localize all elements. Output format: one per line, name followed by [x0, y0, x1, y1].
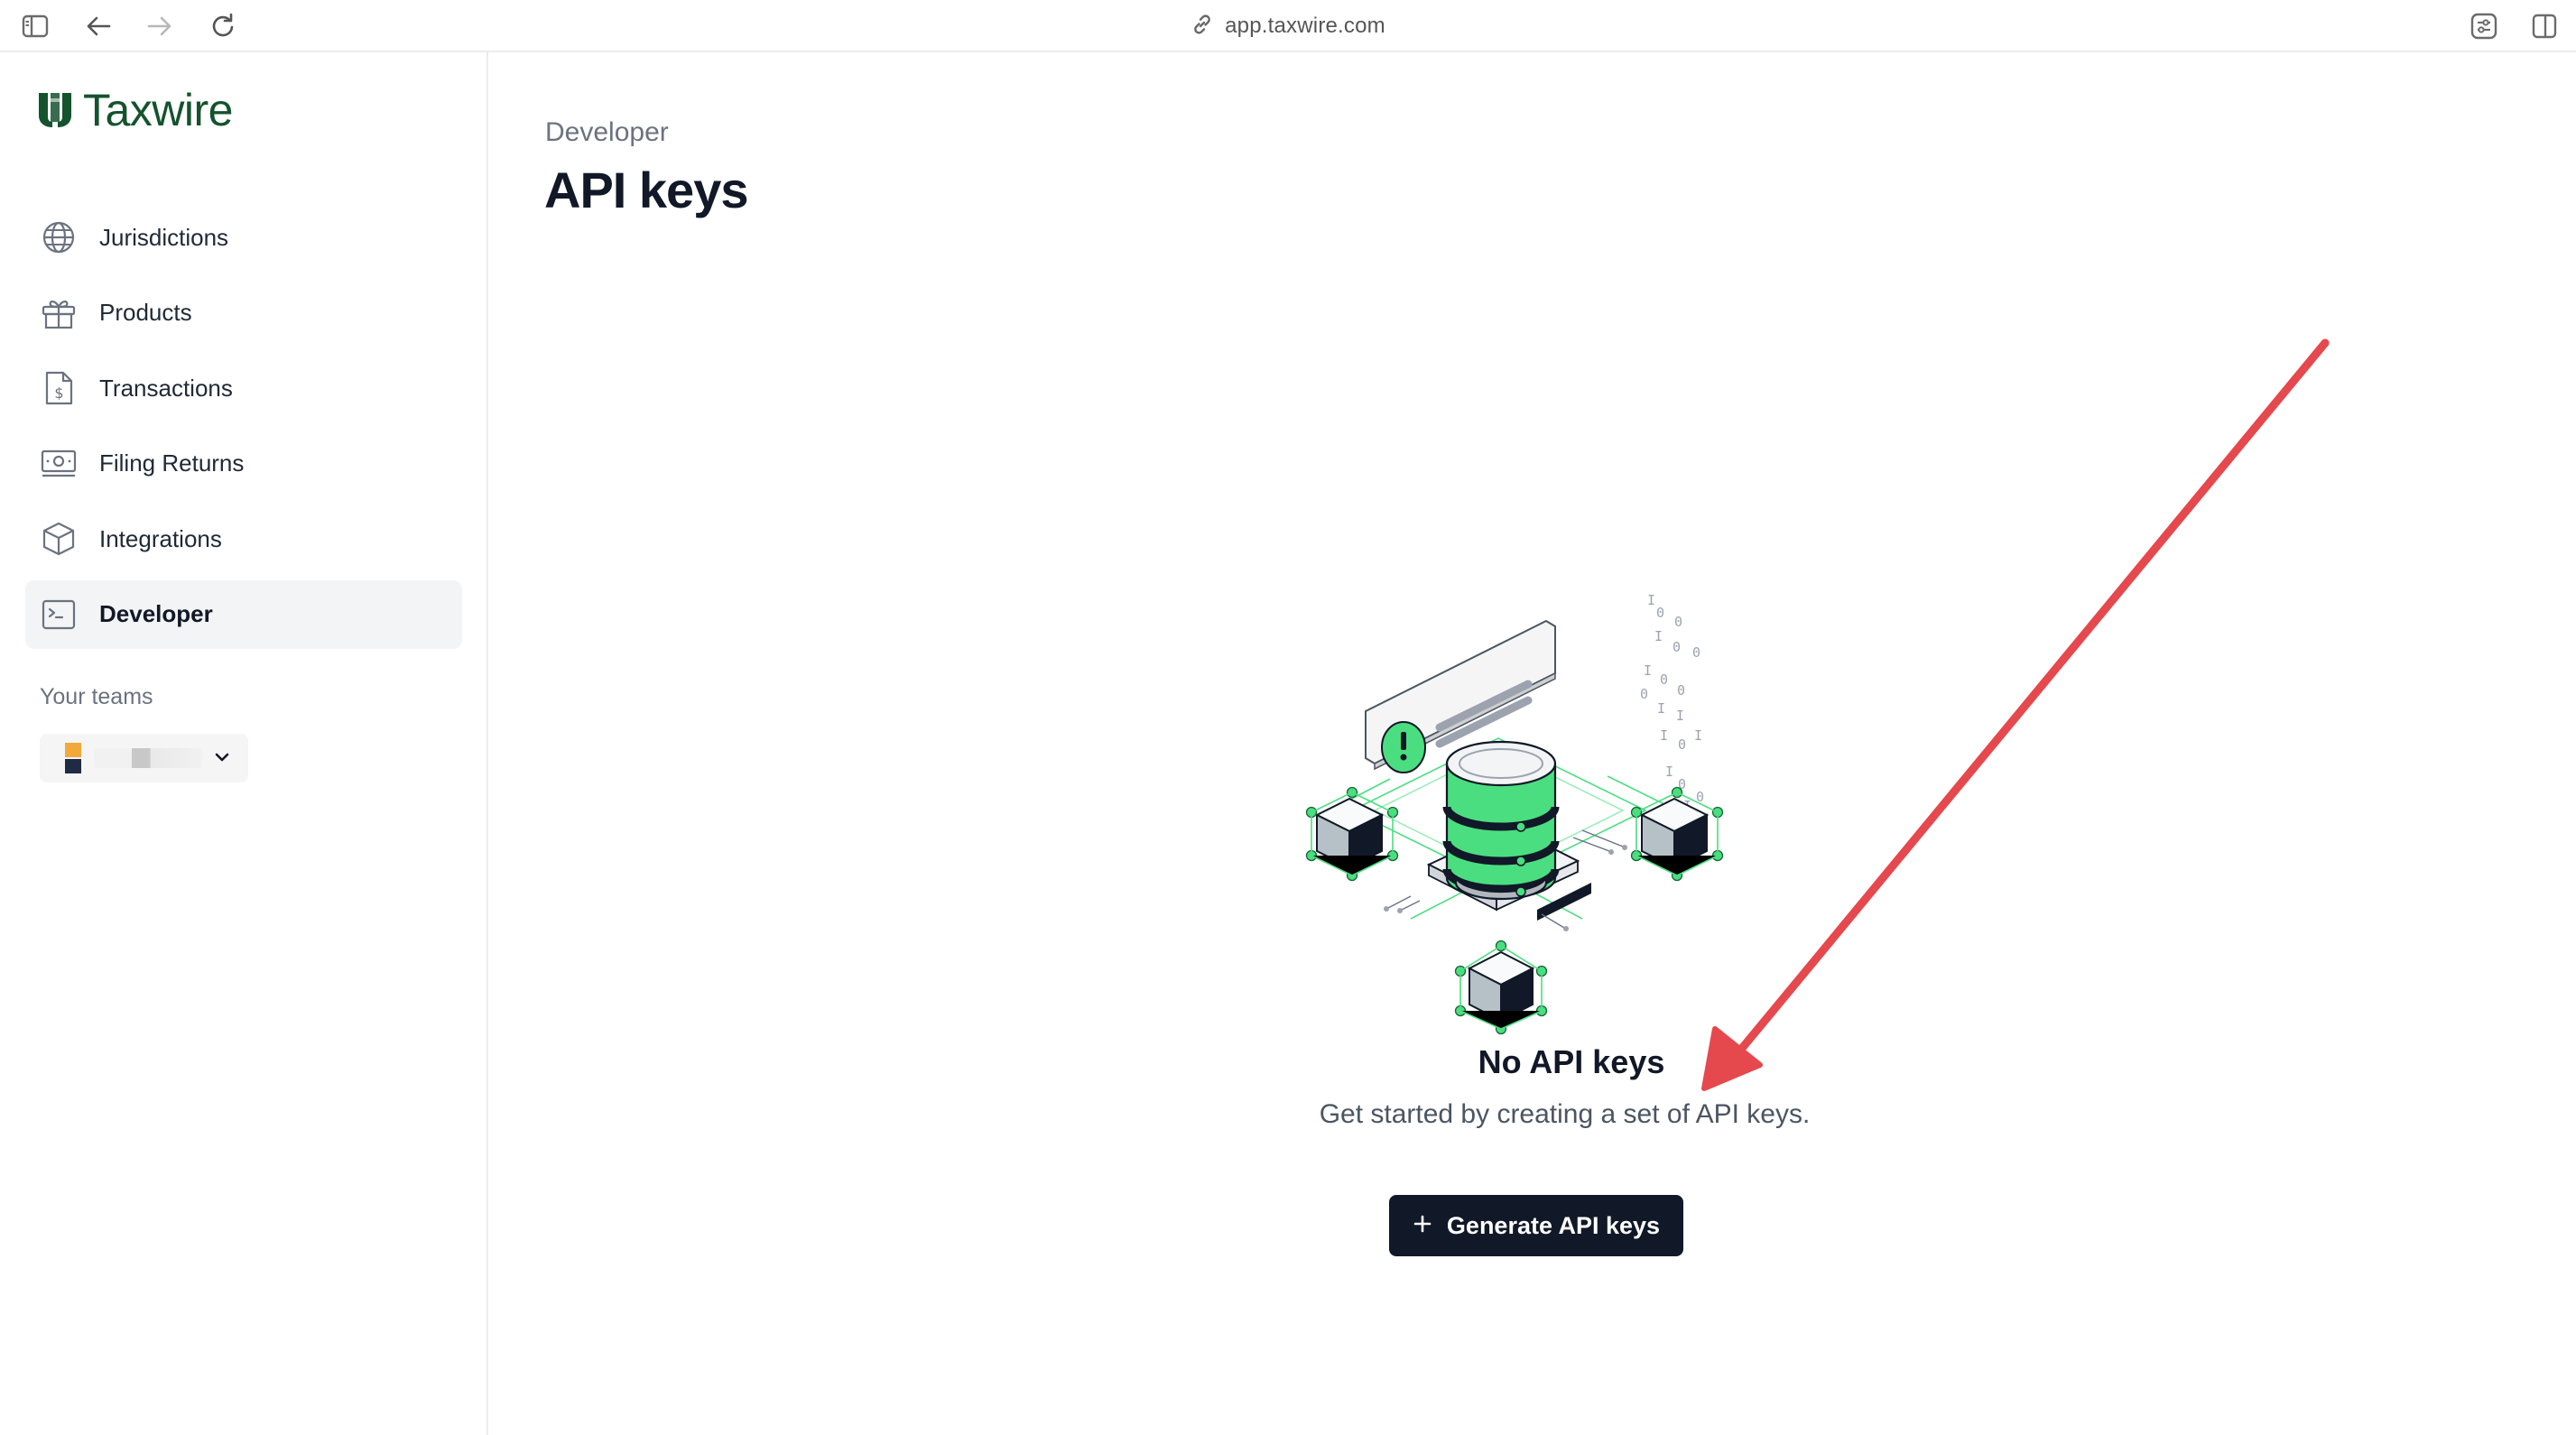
sidebar-item-jurisdictions[interactable]: Jurisdictions — [25, 203, 462, 272]
dollar-document-icon: $ — [40, 369, 78, 407]
sidebar-item-label: Products — [99, 299, 192, 326]
main-content: Developer API keys I00 I00 I00 0II I0I I… — [490, 52, 2576, 1435]
sidebar-item-integrations[interactable]: Integrations — [25, 505, 462, 573]
sidebar-toggle-icon[interactable] — [18, 9, 52, 43]
url-text: app.taxwire.com — [1225, 14, 1385, 38]
chevron-down-icon — [211, 746, 233, 773]
gift-icon — [40, 294, 78, 332]
link-icon — [1191, 13, 1214, 41]
svg-text:I: I — [1694, 727, 1702, 744]
team-selector[interactable] — [40, 734, 248, 782]
empty-state-illustration: I00 I00 I00 0II I0I I00 I0 — [1305, 592, 1724, 1035]
svg-text:I: I — [1660, 727, 1668, 744]
browser-toolbar: app.taxwire.com — [0, 0, 2576, 52]
empty-state-description: Get started by creating a set of API key… — [1319, 1099, 1811, 1129]
page-title: API keys — [544, 162, 748, 218]
svg-text:$: $ — [54, 384, 63, 402]
terminal-icon — [40, 596, 78, 634]
svg-text:I: I — [1654, 628, 1663, 644]
svg-text:I: I — [1644, 662, 1652, 679]
svg-text:0: 0 — [1692, 644, 1700, 661]
sidebar-item-products[interactable]: Products — [25, 279, 462, 347]
split-view-icon[interactable] — [2527, 9, 2562, 43]
brand-name: Taxwire — [83, 85, 233, 135]
cube-icon — [40, 520, 78, 558]
svg-text:I: I — [1657, 700, 1665, 717]
generate-api-keys-label: Generate API keys — [1446, 1211, 1661, 1239]
sidebar-item-label: Integrations — [99, 524, 222, 552]
svg-text:I: I — [1647, 592, 1655, 608]
forward-arrow-icon[interactable] — [143, 9, 177, 43]
teams-label: Your teams — [40, 684, 153, 709]
svg-text:0: 0 — [1677, 682, 1685, 699]
team-name-redacted — [94, 748, 202, 768]
sidebar-item-label: Jurisdictions — [99, 223, 229, 251]
svg-text:0: 0 — [1674, 614, 1682, 630]
svg-text:I: I — [1676, 708, 1684, 724]
empty-state-title: No API keys — [1478, 1043, 1665, 1080]
team-avatar — [65, 743, 81, 773]
sidebar-item-filing-returns[interactable]: Filing Returns — [25, 430, 462, 498]
taxwire-logo-icon — [39, 93, 71, 127]
sidebar: Taxwire Jurisdictions Products $ Transac… — [0, 52, 488, 1435]
svg-text:0: 0 — [1673, 639, 1681, 655]
taxwire-logo[interactable]: Taxwire — [36, 83, 233, 137]
breadcrumb: Developer — [545, 117, 669, 147]
svg-text:0: 0 — [1640, 686, 1648, 702]
sidebar-item-label: Filing Returns — [99, 449, 245, 477]
svg-text:I: I — [1665, 764, 1673, 780]
money-icon — [40, 445, 78, 483]
address-bar[interactable]: app.taxwire.com — [1083, 0, 1493, 52]
plus-icon — [1413, 1212, 1432, 1240]
generate-api-keys-button[interactable]: Generate API keys — [1389, 1195, 1683, 1256]
globe-icon — [40, 218, 78, 256]
back-arrow-icon[interactable] — [81, 9, 116, 43]
sidebar-item-developer[interactable]: Developer — [25, 579, 462, 649]
reader-settings-icon[interactable] — [2467, 9, 2501, 43]
sidebar-nav: Jurisdictions Products $ Transactions Fi… — [25, 203, 462, 655]
sidebar-item-label: Transactions — [99, 374, 233, 402]
sidebar-item-transactions[interactable]: $ Transactions — [25, 354, 462, 422]
svg-text:0: 0 — [1656, 605, 1664, 621]
svg-text:0: 0 — [1678, 736, 1686, 753]
reload-icon[interactable] — [206, 9, 240, 43]
svg-text:0: 0 — [1660, 671, 1668, 688]
sidebar-item-label: Developer — [99, 600, 213, 627]
